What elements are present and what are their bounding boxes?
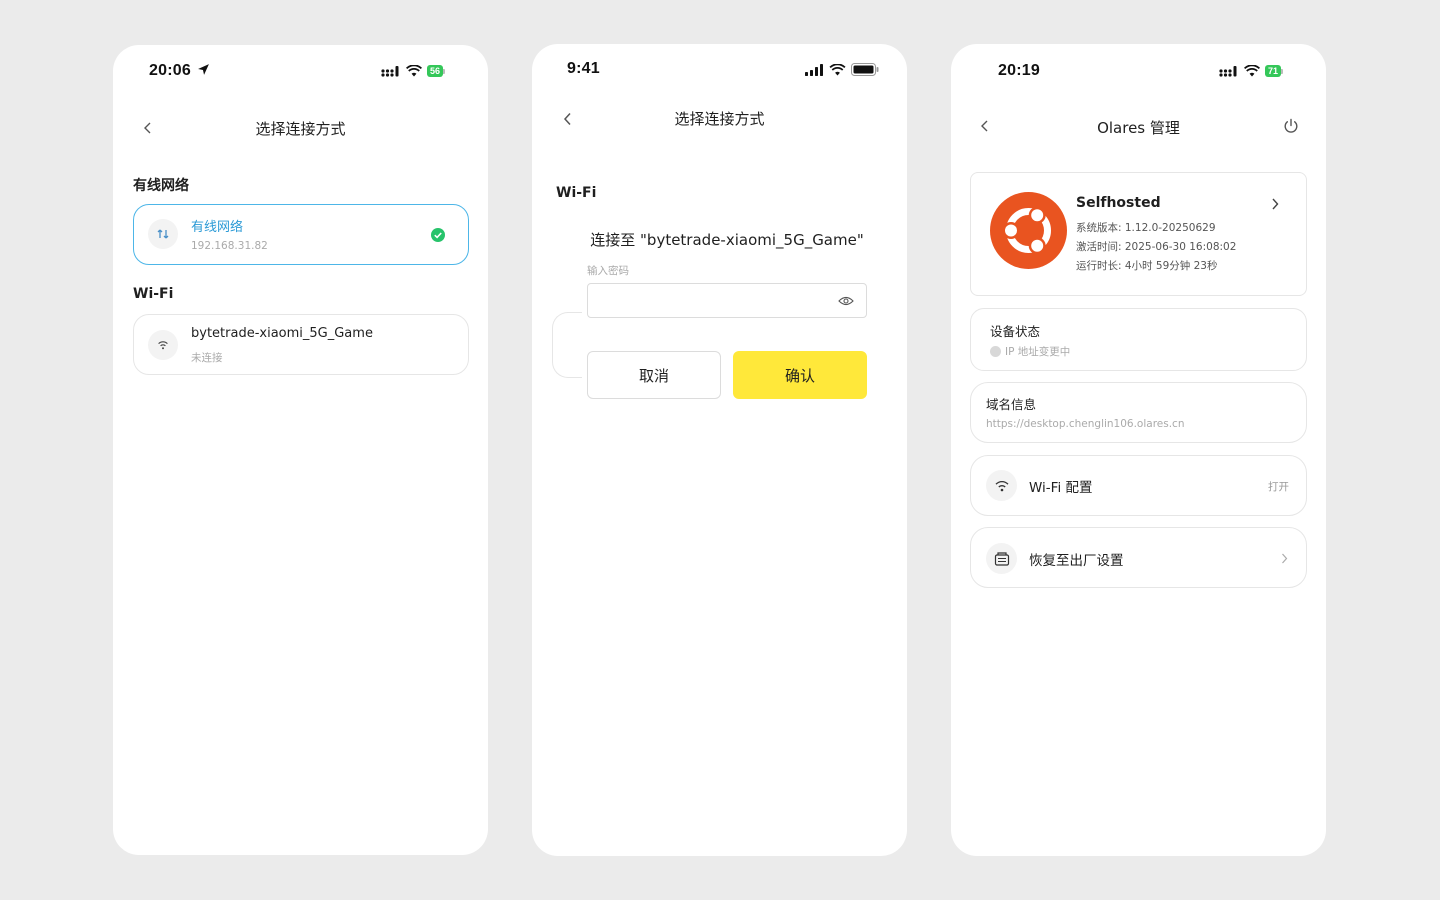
wifi-config-row[interactable]: Wi-Fi 配置 打开 — [970, 455, 1307, 516]
check-circle-icon — [431, 228, 445, 242]
confirm-button[interactable]: 确认 — [733, 351, 867, 399]
device-status-title: 设备状态 — [990, 324, 1041, 339]
wifi-config-title: Wi-Fi 配置 — [1029, 480, 1093, 496]
ubuntu-logo-icon — [990, 192, 1067, 269]
domain-info-card: 域名信息 https://desktop.chenglin106.olares.… — [970, 382, 1307, 443]
wired-network-card[interactable]: 有线网络 192.168.31.82 — [133, 204, 469, 265]
device-activated: 激活时间: 2025-06-30 16:08:02 — [1076, 241, 1237, 253]
status-time: 9:41 — [567, 60, 600, 77]
phone-screen-wired-select: 20:06 56 选择连接方式 有线网络 有线网络 192.168.31.82 … — [113, 45, 488, 855]
location-arrow-icon — [197, 64, 209, 75]
device-uptime: 运行时长: 4小时 59分钟 23秒 — [1076, 260, 1218, 272]
status-icons: 56 — [381, 65, 446, 77]
wifi-icon — [158, 341, 168, 350]
factory-reset-title: 恢复至出厂设置 — [1029, 553, 1124, 569]
device-name: Selfhosted — [1076, 195, 1161, 211]
wifi-status-icon — [1244, 65, 1260, 77]
ethernet-icon-wrap — [148, 219, 178, 249]
reset-icon-wrap — [986, 543, 1017, 574]
password-dialog: 连接至 "bytetrade-xiaomi_5G_Game" 输入密码 取消 确… — [587, 224, 867, 404]
page-title: 选择连接方式 — [674, 110, 765, 128]
phone-screen-olares-manage: 20:19 71 Olares 管理 Selfhosted 系统版本: 1.12… — [951, 44, 1326, 856]
wired-card-title: 有线网络 — [191, 220, 244, 235]
wifi-status-icon — [829, 63, 846, 75]
device-version: 系统版本: 1.12.0-20250629 — [1076, 222, 1216, 234]
battery-indicator: 56 — [427, 65, 446, 77]
wifi-section-title: Wi-Fi — [556, 185, 597, 201]
wifi-status-icon — [406, 65, 422, 77]
cellular-signal-icon — [805, 63, 823, 76]
wired-section-title: 有线网络 — [133, 178, 189, 194]
wifi-ssid: bytetrade-xiaomi_5G_Game — [191, 326, 373, 341]
wired-card-ip: 192.168.31.82 — [191, 240, 268, 252]
background-wifi-card-edge — [552, 312, 582, 378]
chevron-right-icon — [1282, 553, 1288, 564]
dialog-title: 连接至 "bytetrade-xiaomi_5G_Game" — [590, 231, 864, 249]
wifi-section-title: Wi-Fi — [133, 286, 174, 302]
password-label: 输入密码 — [587, 265, 629, 277]
cellular-signal-icon — [1219, 66, 1237, 77]
battery-indicator: 71 — [1265, 65, 1284, 77]
status-time: 20:19 — [998, 62, 1040, 79]
status-time: 20:06 — [149, 62, 210, 80]
page-title: Olares 管理 — [1097, 119, 1180, 137]
battery-icon — [851, 63, 879, 76]
domain-info-title: 域名信息 — [986, 397, 1037, 412]
device-status-value: IP 地址变更中 — [1005, 346, 1071, 358]
chevron-right-icon — [1272, 198, 1279, 210]
power-icon — [1284, 118, 1298, 133]
phone-screen-wifi-password: 9:41 选择连接方式 Wi-Fi 连接至 "bytetrade-xiaomi_… — [532, 44, 907, 856]
wifi-icon — [995, 480, 1008, 491]
wifi-icon-wrap — [986, 470, 1017, 501]
page-title: 选择连接方式 — [255, 120, 346, 138]
wifi-connection-status: 未连接 — [191, 352, 223, 364]
wifi-network-card[interactable]: bytetrade-xiaomi_5G_Game 未连接 — [133, 314, 469, 375]
status-icons — [805, 63, 879, 76]
device-card[interactable]: Selfhosted 系统版本: 1.12.0-20250629 激活时间: 2… — [970, 172, 1307, 296]
cellular-signal-icon — [381, 66, 399, 77]
wifi-config-toggle[interactable]: 打开 — [1268, 479, 1289, 494]
domain-url: https://desktop.chenglin106.olares.cn — [986, 418, 1185, 430]
password-field[interactable] — [587, 283, 867, 318]
status-icons: 71 — [1219, 65, 1284, 77]
device-status-card: 设备状态 IP 地址变更中 — [970, 308, 1307, 371]
power-button[interactable] — [1277, 112, 1305, 140]
eye-icon[interactable] — [838, 296, 854, 306]
status-dot-icon — [990, 346, 1001, 357]
wifi-icon-wrap — [148, 330, 178, 360]
cancel-button[interactable]: 取消 — [587, 351, 721, 399]
factory-reset-row[interactable]: 恢复至出厂设置 — [970, 527, 1307, 588]
device-reset-icon — [994, 551, 1009, 566]
ethernet-transfer-icon — [157, 229, 169, 239]
